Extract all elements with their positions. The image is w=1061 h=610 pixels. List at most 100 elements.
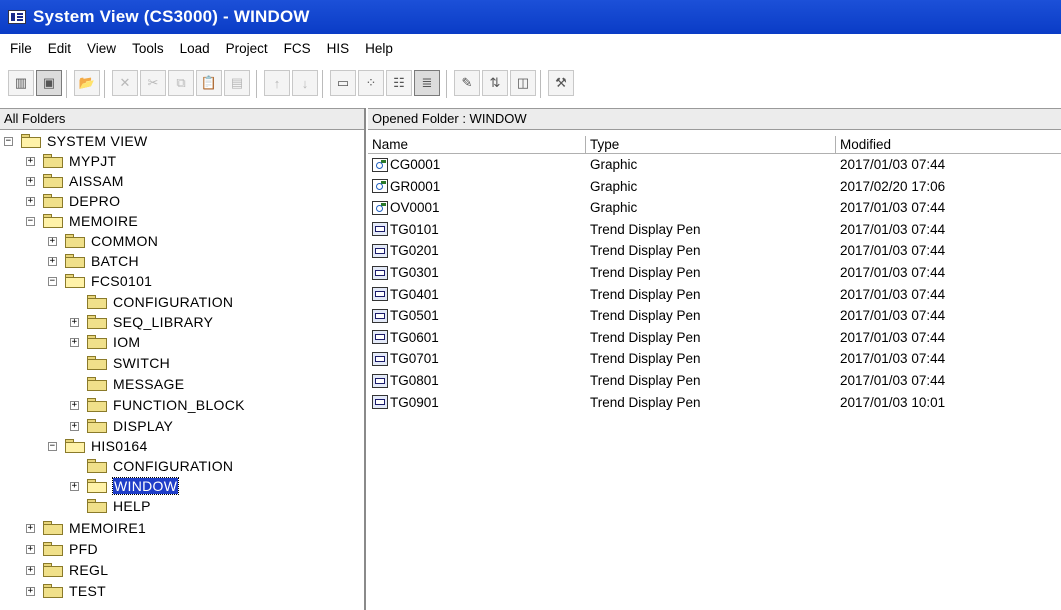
file-row[interactable]: TG0601 Trend Display Pen 2017/01/03 07:44	[368, 327, 1061, 348]
tree-item-label[interactable]: FUNCTION_BLOCK	[113, 397, 245, 413]
copy-button[interactable]: ⧉	[168, 70, 194, 96]
tree-item-iom[interactable]: + IOM	[70, 332, 140, 352]
file-row[interactable]: TG0301 Trend Display Pen 2017/01/03 07:44	[368, 262, 1061, 283]
tree-item-fcs0101[interactable]: − FCS0101	[48, 271, 152, 291]
expand-icon[interactable]: +	[26, 156, 35, 166]
menu-tools[interactable]: Tools	[123, 41, 171, 56]
menu-file[interactable]: File	[0, 41, 39, 56]
details-button[interactable]: ≣	[414, 70, 440, 96]
viewer-button[interactable]: ◫	[510, 70, 536, 96]
column-header-name[interactable]: Name	[368, 136, 586, 154]
menu-load[interactable]: Load	[171, 41, 217, 56]
small-icons-button[interactable]: ⁘	[358, 70, 384, 96]
menu-help[interactable]: Help	[356, 41, 400, 56]
down-button[interactable]: ↓	[292, 70, 318, 96]
display-button[interactable]: ▣	[36, 70, 62, 96]
expand-icon[interactable]: +	[26, 586, 35, 596]
tree-item-label[interactable]: COMMON	[91, 233, 158, 249]
file-name-cell[interactable]: TG0601	[368, 330, 586, 345]
tree-item-label[interactable]: HELP	[113, 498, 151, 514]
tree-item-mypjt[interactable]: + MYPJT	[26, 151, 116, 171]
collapse-icon[interactable]: −	[4, 136, 13, 146]
tree-item-system-view[interactable]: − SYSTEM VIEW	[4, 131, 148, 151]
expand-icon[interactable]: +	[70, 481, 79, 491]
file-row[interactable]: GR0001 Graphic 2017/02/20 17:06	[368, 176, 1061, 197]
menu-project[interactable]: Project	[217, 41, 275, 56]
file-name-cell[interactable]: TG0801	[368, 373, 586, 388]
tree-item-label[interactable]: SYSTEM VIEW	[47, 133, 148, 149]
tree-item-seq-library[interactable]: + SEQ_LIBRARY	[70, 312, 213, 332]
expand-icon[interactable]: +	[26, 523, 35, 533]
large-icons-button[interactable]: ▭	[330, 70, 356, 96]
tree-item-memoire[interactable]: − MEMOIRE	[26, 211, 138, 231]
expand-icon[interactable]: +	[70, 421, 79, 431]
tree-item-configuration[interactable]: CONFIGURATION	[70, 456, 233, 476]
open-folder-button[interactable]: 📂	[74, 70, 100, 96]
file-name-cell[interactable]: TG0201	[368, 243, 586, 258]
tree-item-pfd[interactable]: + PFD	[26, 539, 98, 559]
tree-item-display[interactable]: + DISPLAY	[70, 416, 173, 436]
file-name-cell[interactable]: GR0001	[368, 179, 586, 194]
file-row[interactable]: TG0901 Trend Display Pen 2017/01/03 10:01	[368, 392, 1061, 413]
paste-button[interactable]: 📋	[196, 70, 222, 96]
paste-special-button[interactable]: ▤	[224, 70, 250, 96]
file-name-cell[interactable]: TG0501	[368, 308, 586, 323]
expand-icon[interactable]: +	[26, 565, 35, 575]
tree-item-label[interactable]: MESSAGE	[113, 376, 184, 392]
tree-item-label[interactable]: REGL	[69, 562, 108, 578]
properties-button[interactable]: ✎	[454, 70, 480, 96]
tree-item-label[interactable]: AISSAM	[69, 173, 124, 189]
expand-icon[interactable]: +	[26, 544, 35, 554]
file-name-cell[interactable]: OV0001	[368, 200, 586, 215]
tree-item-label[interactable]: CONFIGURATION	[113, 294, 233, 310]
file-row[interactable]: TG0101 Trend Display Pen 2017/01/03 07:44	[368, 219, 1061, 240]
tree-item-label[interactable]: DEPRO	[69, 193, 120, 209]
tree-item-label[interactable]: SWITCH	[113, 355, 170, 371]
tree-item-help[interactable]: HELP	[70, 496, 151, 516]
file-name-cell[interactable]: TG0301	[368, 265, 586, 280]
tree-item-label[interactable]: SEQ_LIBRARY	[113, 314, 213, 330]
tree-item-batch[interactable]: + BATCH	[48, 251, 139, 271]
tree-item-label[interactable]: CONFIGURATION	[113, 458, 233, 474]
tree-item-label[interactable]: IOM	[113, 334, 140, 350]
tree-item-label-selected[interactable]: WINDOW	[111, 477, 180, 495]
tools-button[interactable]: ⚒	[548, 70, 574, 96]
expand-icon[interactable]: +	[26, 176, 35, 186]
file-row[interactable]: TG0501 Trend Display Pen 2017/01/03 07:44	[368, 305, 1061, 326]
tree-item-label[interactable]: HIS0164	[91, 438, 148, 454]
tree-item-switch[interactable]: SWITCH	[70, 353, 170, 373]
column-header-type[interactable]: Type	[586, 136, 836, 154]
file-row[interactable]: TG0801 Trend Display Pen 2017/01/03 07:44	[368, 370, 1061, 391]
file-name-cell[interactable]: TG0901	[368, 395, 586, 410]
file-name-cell[interactable]: TG0101	[368, 222, 586, 237]
file-row[interactable]: TG0401 Trend Display Pen 2017/01/03 07:44	[368, 284, 1061, 305]
expand-icon[interactable]: +	[70, 400, 79, 410]
menu-view[interactable]: View	[78, 41, 123, 56]
expand-icon[interactable]: +	[48, 236, 57, 246]
column-header-modified[interactable]: Modified	[836, 136, 1061, 154]
expand-icon[interactable]: +	[70, 317, 79, 327]
tree-item-function-block[interactable]: + FUNCTION_BLOCK	[70, 395, 245, 415]
tree-item-label[interactable]: MEMOIRE	[69, 213, 138, 229]
tree-item-label[interactable]: PFD	[69, 541, 98, 557]
collapse-icon[interactable]: −	[48, 276, 57, 286]
tree-item-label[interactable]: FCS0101	[91, 273, 152, 289]
file-row[interactable]: TG0701 Trend Display Pen 2017/01/03 07:44	[368, 348, 1061, 369]
collapse-icon[interactable]: −	[26, 216, 35, 226]
tree-item-common[interactable]: + COMMON	[48, 231, 158, 251]
menu-fcs[interactable]: FCS	[275, 41, 318, 56]
menu-edit[interactable]: Edit	[39, 41, 78, 56]
file-row[interactable]: OV0001 Graphic 2017/01/03 07:44	[368, 197, 1061, 218]
tree-item-label[interactable]: BATCH	[91, 253, 139, 269]
list-button[interactable]: ☷	[386, 70, 412, 96]
file-name-cell[interactable]: TG0701	[368, 351, 586, 366]
file-name-cell[interactable]: CG0001	[368, 157, 586, 172]
sort-button[interactable]: ⇅	[482, 70, 508, 96]
file-name-cell[interactable]: TG0401	[368, 287, 586, 302]
expand-icon[interactable]: +	[48, 256, 57, 266]
tree-item-memoire1[interactable]: + MEMOIRE1	[26, 518, 146, 538]
tree-item-configuration[interactable]: CONFIGURATION	[70, 292, 233, 312]
up-button[interactable]: ↑	[264, 70, 290, 96]
tree-item-test[interactable]: + TEST	[26, 581, 106, 601]
tree-item-aissam[interactable]: + AISSAM	[26, 171, 124, 191]
